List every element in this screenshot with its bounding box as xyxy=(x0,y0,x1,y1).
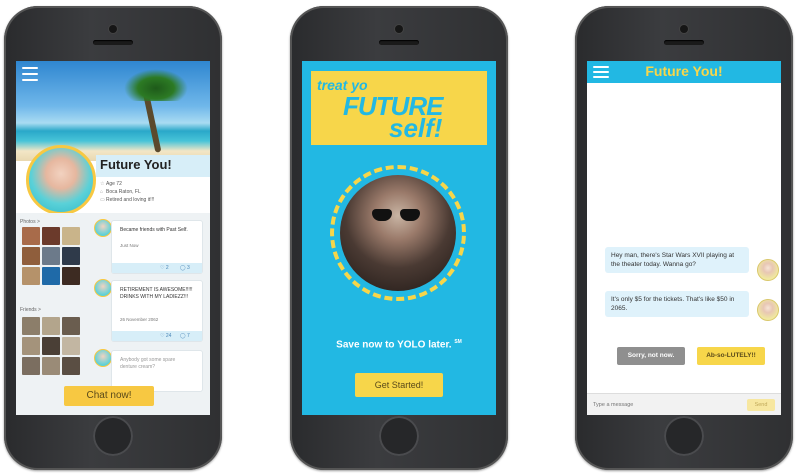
earpiece-speaker xyxy=(379,40,419,45)
reply-decline-button[interactable]: Sorry, not now. xyxy=(617,347,685,365)
friends-link[interactable]: Friends > xyxy=(20,307,41,313)
post-card[interactable]: Became friends with Past Self. Just Now … xyxy=(112,221,202,273)
photo-thumb[interactable] xyxy=(42,267,60,285)
front-camera xyxy=(680,25,688,33)
photo-thumb[interactable] xyxy=(22,227,40,245)
post-time: Just Now xyxy=(120,243,139,248)
home-button[interactable] xyxy=(93,416,133,456)
tagline-text: Save now to YOLO later. xyxy=(336,339,452,351)
phone-chat: Future You! Hey man, there's Star Wars X… xyxy=(575,6,793,470)
post-actions: ♡ 24 ◯ 7 xyxy=(112,331,202,341)
photo-thumb[interactable] xyxy=(62,227,80,245)
message-bubble: It's only $5 for the tickets. That's lik… xyxy=(605,291,749,317)
beach-cover-photo xyxy=(16,61,210,161)
menu-icon[interactable] xyxy=(22,67,38,81)
app-logo: treat yo FUTURE self! xyxy=(311,71,487,145)
palm-tree-leaves xyxy=(124,69,188,101)
photo-thumb[interactable] xyxy=(42,227,60,245)
post-time: 26 November 2062 xyxy=(120,317,159,322)
comment-count[interactable]: ◯ 7 xyxy=(180,333,190,339)
post-avatar xyxy=(94,349,112,367)
chat-header: Future You! xyxy=(587,61,781,83)
chat-screen: Future You! Hey man, there's Star Wars X… xyxy=(587,61,781,415)
home-button[interactable] xyxy=(379,416,419,456)
message-input[interactable] xyxy=(593,400,713,410)
phone-landing: treat yo FUTURE self! Save now to YOLO l… xyxy=(290,6,508,470)
post-card[interactable]: Anybody got some spare denture cream? xyxy=(112,351,202,391)
status-text: Retired and loving it!!! xyxy=(106,197,155,203)
friend-thumb[interactable] xyxy=(42,317,60,335)
like-count-value: 2 xyxy=(165,265,169,271)
photo-thumb[interactable] xyxy=(62,247,80,265)
chat-title: Future You! xyxy=(645,63,723,79)
post-card[interactable]: RETIREMENT IS AWESOME!!!!! DRINKS WITH M… xyxy=(112,281,202,341)
sender-avatar xyxy=(757,259,779,281)
profile-screen: Future You! ☆ Age 72 ⌂ Boca Raton, FL ▭Ret… xyxy=(16,61,210,415)
friend-thumb[interactable] xyxy=(22,357,40,375)
logo-line-3: self! xyxy=(389,113,443,143)
front-camera xyxy=(395,25,403,33)
comment-count-value: 3 xyxy=(187,265,190,271)
profile-status: ▭Retired and loving it!!! xyxy=(100,197,154,203)
friend-thumb[interactable] xyxy=(22,337,40,355)
reply-accept-button[interactable]: Ab-so-LUTELY!! xyxy=(697,347,765,365)
friend-thumb[interactable] xyxy=(42,337,60,355)
message-bubble: Hey man, there's Star Wars XVII playing … xyxy=(605,247,749,273)
earpiece-speaker xyxy=(93,40,133,45)
post-avatar xyxy=(94,219,112,237)
profile-feed: Photos > Friends > Became friends with P… xyxy=(16,213,210,415)
landing-screen: treat yo FUTURE self! Save now to YOLO l… xyxy=(302,61,496,415)
friend-thumb[interactable] xyxy=(62,337,80,355)
photo-thumb[interactable] xyxy=(62,267,80,285)
chat-now-button[interactable]: Chat now! xyxy=(64,386,154,406)
like-count-value: 24 xyxy=(165,333,172,339)
menu-icon[interactable] xyxy=(593,66,609,78)
post-text: Anybody got some spare denture cream? xyxy=(120,357,176,370)
like-count[interactable]: ♡ 24 xyxy=(160,333,171,339)
photo-thumb[interactable] xyxy=(22,247,40,265)
post-avatar xyxy=(94,279,112,297)
future-self-photo xyxy=(340,175,456,291)
profile-location: ⌂ Boca Raton, FL xyxy=(100,189,141,195)
tagline: Save now to YOLO later. SM xyxy=(302,339,496,350)
photos-link[interactable]: Photos > xyxy=(20,219,40,225)
friend-thumb[interactable] xyxy=(22,317,40,335)
comment-count[interactable]: ◯ 3 xyxy=(180,265,190,271)
post-text: Became friends with Past Self. xyxy=(120,227,188,233)
service-mark: SM xyxy=(454,339,462,345)
post-text: RETIREMENT IS AWESOME!!!!! DRINKS WITH M… xyxy=(120,287,193,300)
post-actions: ♡ 2 ◯ 3 xyxy=(112,263,202,273)
friend-thumb[interactable] xyxy=(62,317,80,335)
friend-thumb[interactable] xyxy=(62,357,80,375)
front-camera xyxy=(109,25,117,33)
comment-count-value: 7 xyxy=(187,333,190,339)
sender-avatar xyxy=(757,299,779,321)
get-started-button[interactable]: Get Started! xyxy=(355,373,443,397)
send-button[interactable]: Send xyxy=(747,399,775,411)
profile-avatar[interactable] xyxy=(26,145,96,215)
location-text: Boca Raton, FL xyxy=(106,189,141,195)
friend-thumb[interactable] xyxy=(42,357,60,375)
profile-age: ☆ Age 72 xyxy=(100,181,122,187)
photo-thumb[interactable] xyxy=(22,267,40,285)
photo-thumb[interactable] xyxy=(42,247,60,265)
message-composer: Send xyxy=(587,393,781,415)
earpiece-speaker xyxy=(664,40,704,45)
phone-profile: Future You! ☆ Age 72 ⌂ Boca Raton, FL ▭Ret… xyxy=(4,6,222,470)
like-count[interactable]: ♡ 2 xyxy=(160,265,169,271)
age-text: Age 72 xyxy=(106,181,122,187)
sunglasses-graphic xyxy=(372,209,422,221)
home-button[interactable] xyxy=(664,416,704,456)
profile-name: Future You! xyxy=(100,157,172,172)
